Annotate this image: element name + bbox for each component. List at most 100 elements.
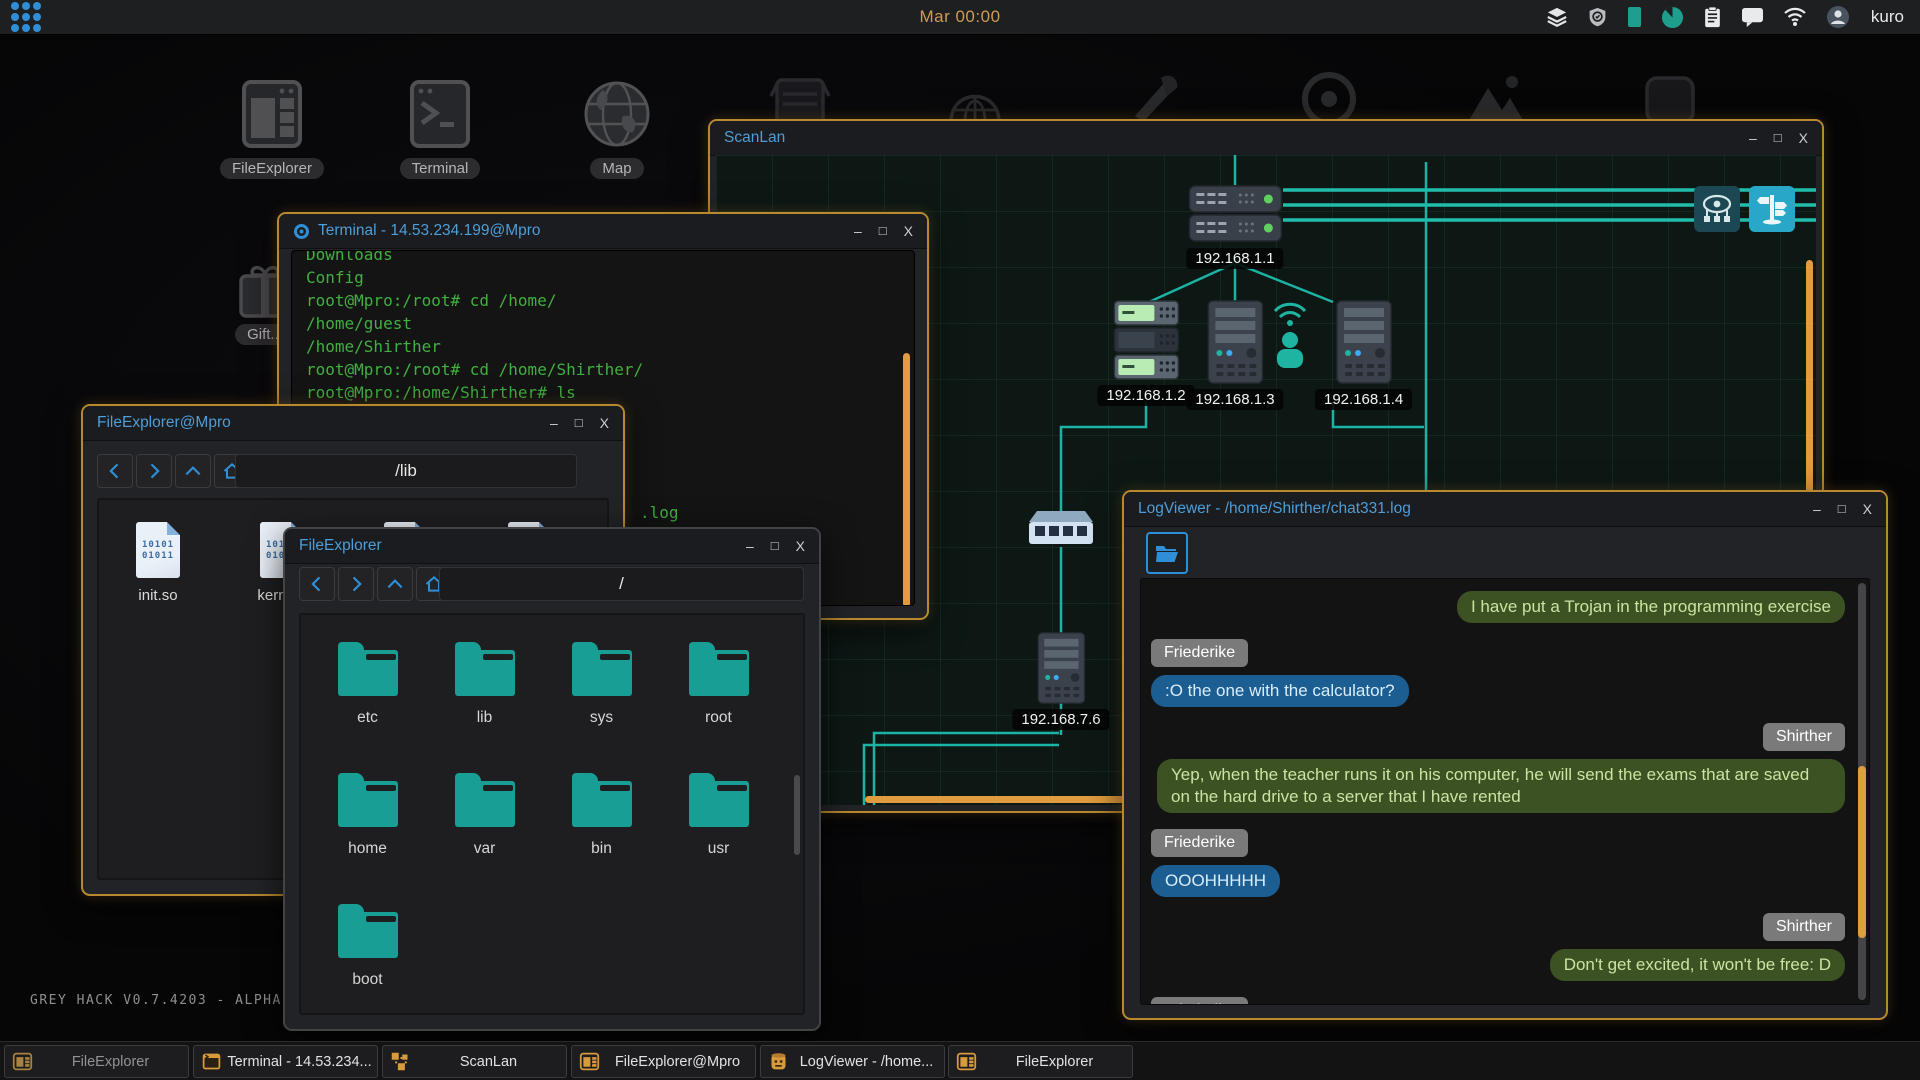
chat-message-row: Yep, when the teacher runs it on his com… [1151,759,1845,813]
terminal-line-fragment: .log [640,503,679,522]
computer-tower-icon [1036,632,1086,704]
chat-scrollbar-thumb[interactable] [1858,766,1866,938]
taskbar-item-terminal[interactable]: Terminal - 14.53.234... [193,1045,378,1078]
close-button[interactable]: X [1799,131,1808,145]
chat-log-panel[interactable]: I have put a Trojan in the programming e… [1140,578,1870,1005]
chat-message-row: Shirther [1151,905,1845,941]
folder-item[interactable]: usr [660,771,777,902]
desktop-icon-terminal[interactable]: Terminal [380,76,500,179]
memory-icon[interactable] [1627,6,1642,28]
fileexplorer-titlebar[interactable]: FileExplorer – □ X [285,529,819,564]
taskbar-item-fileexplorer[interactable]: FileExplorer [4,1045,189,1078]
open-folder-icon [1155,543,1179,563]
folder-item[interactable]: bin [543,771,660,902]
maximize-button[interactable]: □ [1774,131,1782,145]
folder-item[interactable]: sys [543,640,660,771]
app-grid-icon[interactable] [8,0,45,36]
terminal-lines: DownloadsConfigroot@Mpro:/root# cd /home… [292,250,914,404]
minimize-button[interactable]: – [1749,131,1757,145]
chat-bubble: Friederike [1151,997,1248,1005]
desktop-icon-fileexplorer[interactable]: FileExplorer [212,76,332,179]
file-item[interactable]: 10101 01011 init.so [133,522,183,604]
close-button[interactable]: X [600,416,609,430]
close-button[interactable]: X [1863,502,1872,516]
folder-icon [572,781,632,827]
chat-bubble: Don't get excited, it won't be free: D [1550,949,1845,981]
minimize-button[interactable]: – [746,539,754,553]
path-field[interactable]: / [439,567,804,601]
scanlan-titlebar[interactable]: ScanLan – □ X [710,121,1822,156]
shield-icon[interactable] [1587,6,1608,28]
terminal-line: /home/Shirther [306,335,914,358]
file-label: init.so [138,587,177,604]
minimize-button[interactable]: – [854,224,862,238]
network-node-remote[interactable]: 192.168.7.6 [1012,632,1109,730]
globe-icon [583,76,651,152]
username[interactable]: kuro [1871,7,1904,27]
taskbar-item-scanlan[interactable]: ScanLan [382,1045,567,1078]
desktop-icon-map[interactable]: Map [557,76,677,179]
folder-item[interactable]: lib [426,640,543,771]
chat-bubble: Shirther [1763,723,1845,751]
up-button[interactable] [377,567,413,601]
game-version-text: GREY HACK V0.7.4203 - ALPHA [30,993,282,1008]
close-button[interactable]: X [796,539,805,553]
desktop-icon-label: Map [590,158,643,179]
terminal-line: Config [306,266,914,289]
logviewer-titlebar[interactable]: LogViewer - /home/Shirther/chat331.log –… [1124,492,1886,527]
maximize-button[interactable]: □ [879,224,887,238]
taskbar: FileExplorer Terminal - 14.53.234... Sca… [0,1041,1920,1080]
path-field[interactable]: /lib [235,454,577,488]
folder-icon [689,781,749,827]
back-button[interactable] [97,454,133,488]
spy-view-button[interactable] [1694,186,1740,232]
folder-label: boot [352,971,382,989]
window-controls: – □ X [550,416,609,430]
window-title: FileExplorer [299,537,382,555]
forward-button[interactable] [136,454,172,488]
layers-icon[interactable] [1546,6,1568,28]
server-rack-icon [1113,300,1179,380]
taskbar-item-fileexplorer-mpro[interactable]: FileExplorer@Mpro [571,1045,756,1078]
top-bar: Mar 00:00 kuro [0,0,1920,35]
minimize-button[interactable]: – [550,416,558,430]
folder-item[interactable]: etc [309,640,426,771]
terminal-icon [201,1051,222,1072]
folder-item[interactable]: home [309,771,426,902]
folder-item[interactable]: var [426,771,543,902]
taskbar-item-logviewer[interactable]: LogViewer - /home... [760,1045,945,1078]
taskbar-item-fileexplorer-2[interactable]: FileExplorer [948,1045,1133,1078]
network-node-switch[interactable] [1029,509,1093,547]
file-icon: 10101 01011 [136,522,180,578]
switch-icon [1029,509,1093,547]
open-file-button[interactable] [1146,532,1188,574]
signpost-button[interactable] [1749,186,1795,232]
wifi-icon[interactable] [1783,7,1807,27]
maximize-button[interactable]: □ [1838,502,1846,516]
maximize-button[interactable]: □ [575,416,583,430]
terminal-scrollbar[interactable] [903,353,910,606]
network-node-router[interactable]: 192.168.1.1 [1186,185,1283,269]
folder-list[interactable]: etc lib sys root [299,613,805,1015]
terminal-titlebar[interactable]: Terminal - 14.53.234.199@Mpro – □ X [279,214,927,249]
up-button[interactable] [175,454,211,488]
network-node-tower2[interactable]: 192.168.1.4 [1269,297,1412,410]
chat-icon[interactable] [1741,7,1764,28]
close-button[interactable]: X [904,224,913,238]
chat-bubble: OOOHHHHH [1151,865,1280,897]
folder-list-scrollbar[interactable] [794,775,800,855]
folder-item[interactable]: boot [309,902,426,1015]
folder-item[interactable]: root [660,640,777,771]
minimize-button[interactable]: – [1813,502,1821,516]
eye-network-icon [1701,193,1733,225]
fileexplorer-mpro-titlebar[interactable]: FileExplorer@Mpro – □ X [83,406,623,441]
network-node-rack[interactable]: 192.168.1.2 [1097,300,1194,406]
clipboard-icon[interactable] [1703,6,1722,28]
back-button[interactable] [299,567,335,601]
forward-button[interactable] [338,567,374,601]
cpu-pie-icon[interactable] [1661,6,1684,29]
folder-icon [572,650,632,696]
folder-icon [338,781,398,827]
maximize-button[interactable]: □ [771,539,779,553]
avatar[interactable] [1826,5,1850,29]
